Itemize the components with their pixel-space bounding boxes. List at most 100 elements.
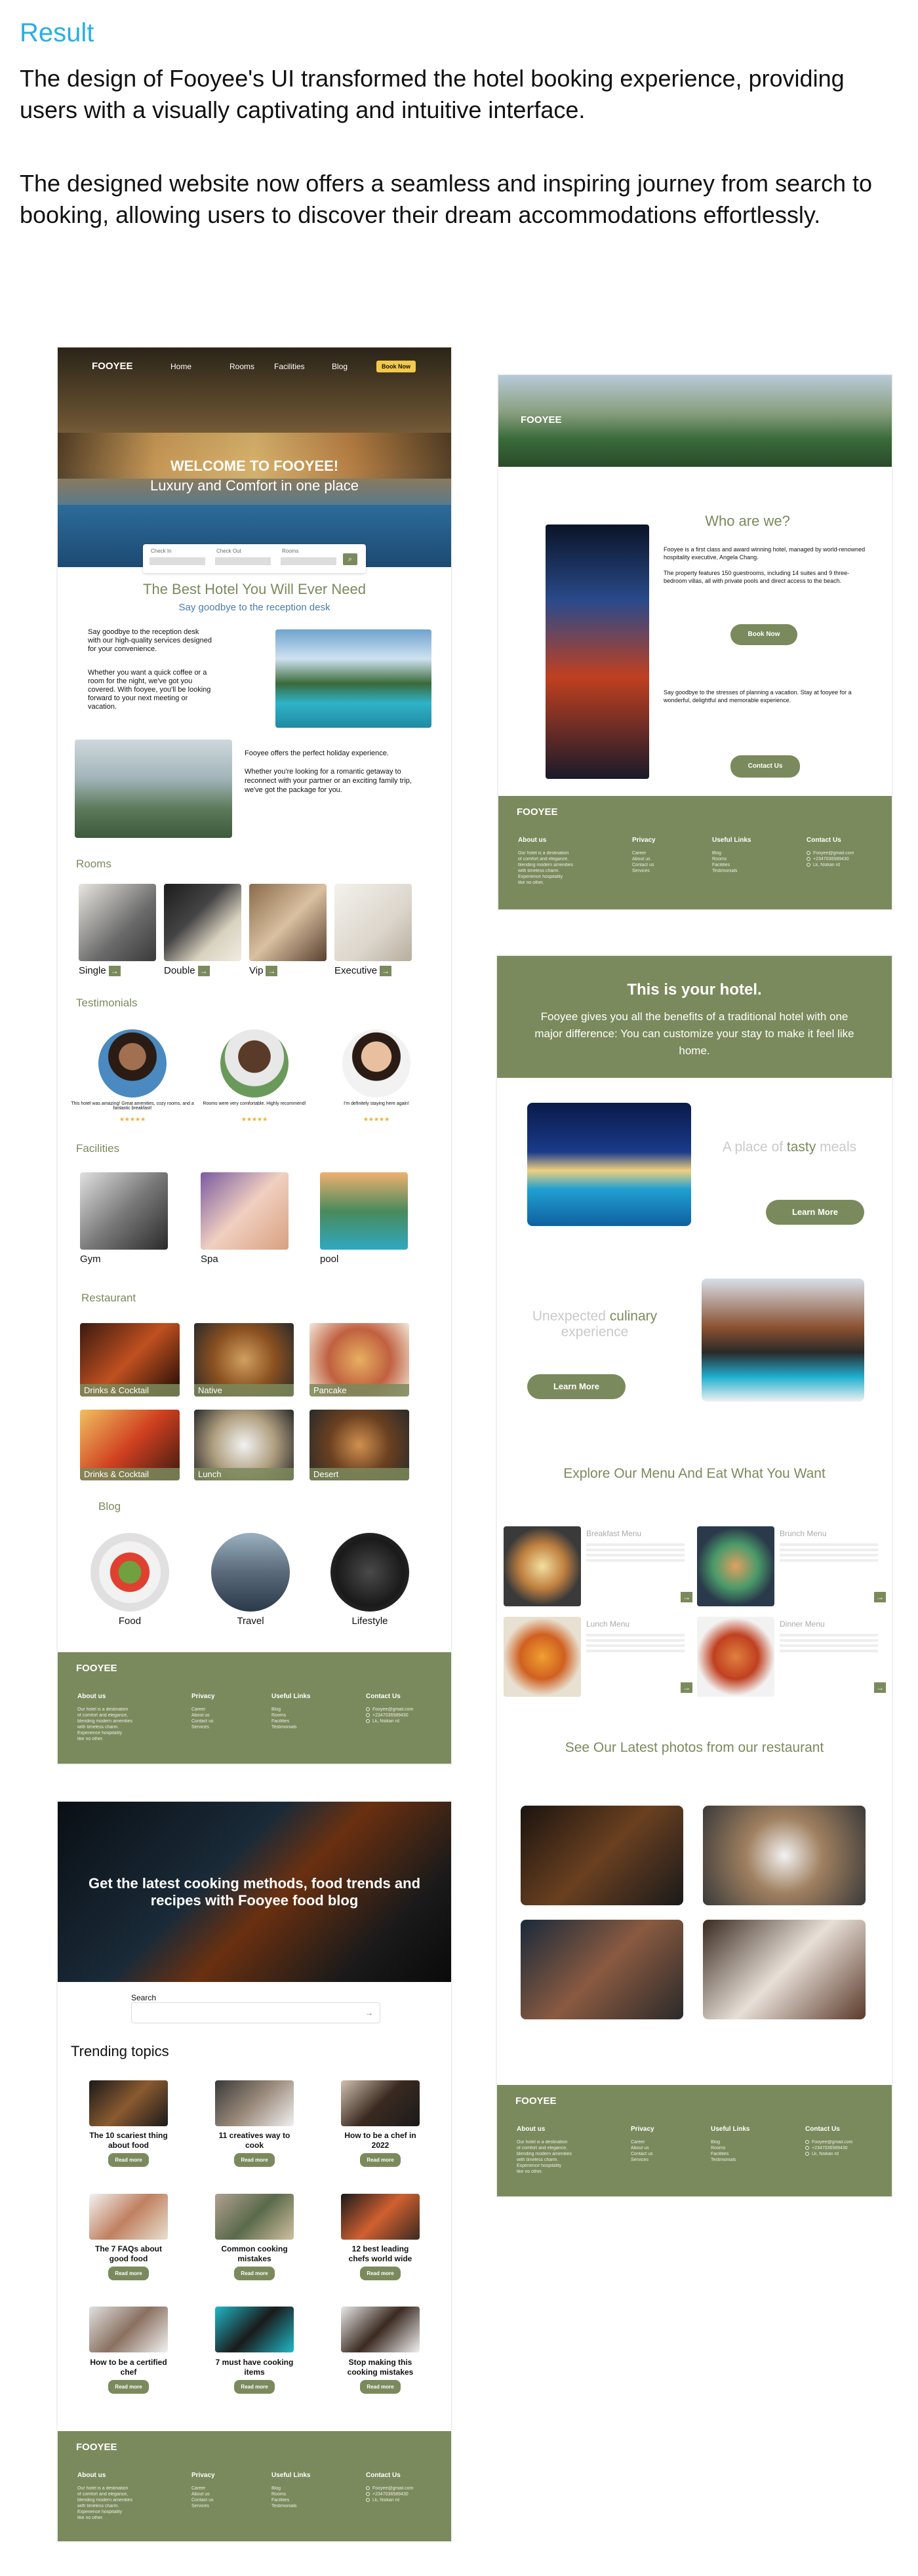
read-more-button[interactable]: Read more [234,2267,275,2280]
arrow-right-icon[interactable]: → [197,966,210,977]
read-more-button[interactable]: Read more [108,2267,149,2280]
room-double[interactable]: Double → [164,965,210,977]
footer-link[interactable]: Facilities [271,2497,310,2503]
arrow-right-icon[interactable]: → [681,1682,692,1693]
topic-card[interactable]: 7 must have cooking items Read more [215,2358,294,2394]
arrow-right-icon[interactable]: → [365,2008,373,2017]
arrow-right-icon[interactable]: → [108,966,121,977]
restaurant-photo[interactable] [521,1920,683,2019]
footer-link[interactable]: Services [191,1724,215,1730]
footer-email[interactable]: Fooyee@gmail.com [812,2140,852,2145]
footer-link[interactable]: Rooms [271,2491,310,2497]
blog-travel-image[interactable] [211,1533,290,1612]
footer-link[interactable]: Blog [712,850,751,856]
read-more-button[interactable]: Read more [360,2153,401,2167]
read-more-button[interactable]: Read more [108,2380,149,2394]
footer-link[interactable]: Services [632,868,656,874]
single-room-image[interactable] [79,884,156,961]
read-more-button[interactable]: Read more [234,2380,275,2394]
footer-link[interactable]: Career [191,2486,215,2491]
footer-link[interactable]: Testimonials [711,2157,749,2163]
footer-phone[interactable]: +2347036589430 [372,2492,409,2497]
topic-image[interactable] [215,2307,294,2352]
nav-facilities[interactable]: Facilities [274,362,305,371]
brand-logo[interactable]: FOOYEE [521,414,562,426]
topic-image[interactable] [89,2194,168,2240]
check-out-field[interactable] [215,557,271,565]
footer-link[interactable]: Contact us [191,1718,215,1724]
nav-blog[interactable]: Blog [332,362,348,371]
booking-search-bar[interactable]: Check In Check Out Rooms ⌕ [143,544,366,573]
learn-more-button[interactable]: Learn More [766,1200,864,1225]
nav-home[interactable]: Home [170,362,191,371]
footer-phone[interactable]: +2347036589430 [372,1713,409,1718]
restaurant-photo[interactable] [703,1920,866,2019]
topic-image[interactable] [89,2307,168,2352]
learn-more-button[interactable]: Learn More [527,1374,626,1399]
search-input[interactable]: → [131,2002,380,2023]
footer-phone[interactable]: +2347036589430 [812,2146,848,2150]
topic-card[interactable]: 12 best leading chefs world wide Read mor… [341,2244,420,2280]
footer-link[interactable]: Contact us [632,862,656,868]
footer-link[interactable]: Career [631,2139,654,2145]
read-more-button[interactable]: Read more [360,2380,401,2394]
footer-link[interactable]: Facilities [712,862,751,868]
footer-link[interactable]: About us [631,2145,654,2151]
topic-card[interactable]: The 7 FAQs about good food Read more [89,2244,168,2280]
restaurant-item[interactable]: Lunch [194,1410,294,1480]
restaurant-item[interactable]: Drinks & Cocktail [80,1410,180,1480]
blog-travel-label[interactable]: Travel [211,1615,290,1627]
blog-lifestyle-label[interactable]: Lifestyle [330,1615,409,1627]
arrow-right-icon[interactable]: → [380,966,392,977]
footer-link[interactable]: About us [632,856,656,862]
footer-link[interactable]: Blog [271,2486,310,2491]
read-more-button[interactable]: Read more [108,2153,149,2167]
footer-email[interactable]: Fooyee@gmail.com [372,1707,413,1712]
gym-image[interactable] [80,1172,168,1250]
footer-link[interactable]: Testimonials [271,2503,310,2509]
double-room-image[interactable] [164,884,241,961]
footer-phone[interactable]: +2347036589430 [813,857,849,862]
arrow-right-icon[interactable]: → [874,1592,886,1602]
footer-link[interactable]: Facilities [711,2151,749,2157]
restaurant-item[interactable]: Desert [309,1410,409,1480]
search-icon[interactable]: ⌕ [343,553,357,565]
footer-link[interactable]: Testimonials [271,1724,310,1730]
topic-card[interactable]: 11 creatives way to cook Read more [215,2131,294,2167]
room-single[interactable]: Single → [79,965,121,977]
room-executive[interactable]: Executive → [334,965,392,977]
blog-food-image[interactable] [90,1533,169,1612]
footer-link[interactable]: Blog [711,2139,749,2145]
topic-image[interactable] [341,2080,420,2126]
book-now-button[interactable]: Book Now [376,361,416,372]
footer-link[interactable]: Blog [271,1707,310,1713]
footer-link[interactable]: Rooms [711,2145,749,2151]
footer-email[interactable]: Fooyee@gmail.com [813,851,854,856]
topic-image[interactable] [341,2307,420,2352]
read-more-button[interactable]: Read more [234,2153,275,2167]
check-in-field[interactable] [150,557,205,565]
topic-card[interactable]: The 10 scariest thing about food Read mor… [89,2131,168,2167]
menu-card[interactable]: Brunch Menu → [697,1526,890,1612]
footer-link[interactable]: Services [191,2503,215,2509]
arrow-right-icon[interactable]: → [681,1592,692,1602]
arrow-right-icon[interactable]: → [266,966,278,977]
footer-link[interactable]: Career [191,1707,215,1713]
topic-card[interactable]: How to be a chef in 2022 Read more [341,2131,420,2167]
contact-us-button[interactable]: Contact Us [730,755,800,778]
footer-link[interactable]: Testimonials [712,868,751,874]
menu-card[interactable]: Lunch Menu → [504,1617,697,1702]
footer-link[interactable]: Career [632,850,656,856]
footer-link[interactable]: Rooms [271,1713,310,1718]
restaurant-photo[interactable] [703,1806,866,1905]
footer-link[interactable]: About us [191,2491,215,2497]
restaurant-item[interactable]: Drinks & Cocktail [80,1323,180,1397]
vip-room-image[interactable] [249,884,327,961]
footer-link[interactable]: Contact us [191,2497,215,2503]
restaurant-item[interactable]: Pancake [309,1323,409,1397]
blog-lifestyle-image[interactable] [330,1533,409,1612]
topic-card[interactable]: Common cooking mistakes Read more [215,2244,294,2280]
footer-link[interactable]: Contact us [631,2151,654,2157]
read-more-button[interactable]: Read more [360,2267,401,2280]
menu-card[interactable]: Dinner Menu → [697,1617,890,1702]
